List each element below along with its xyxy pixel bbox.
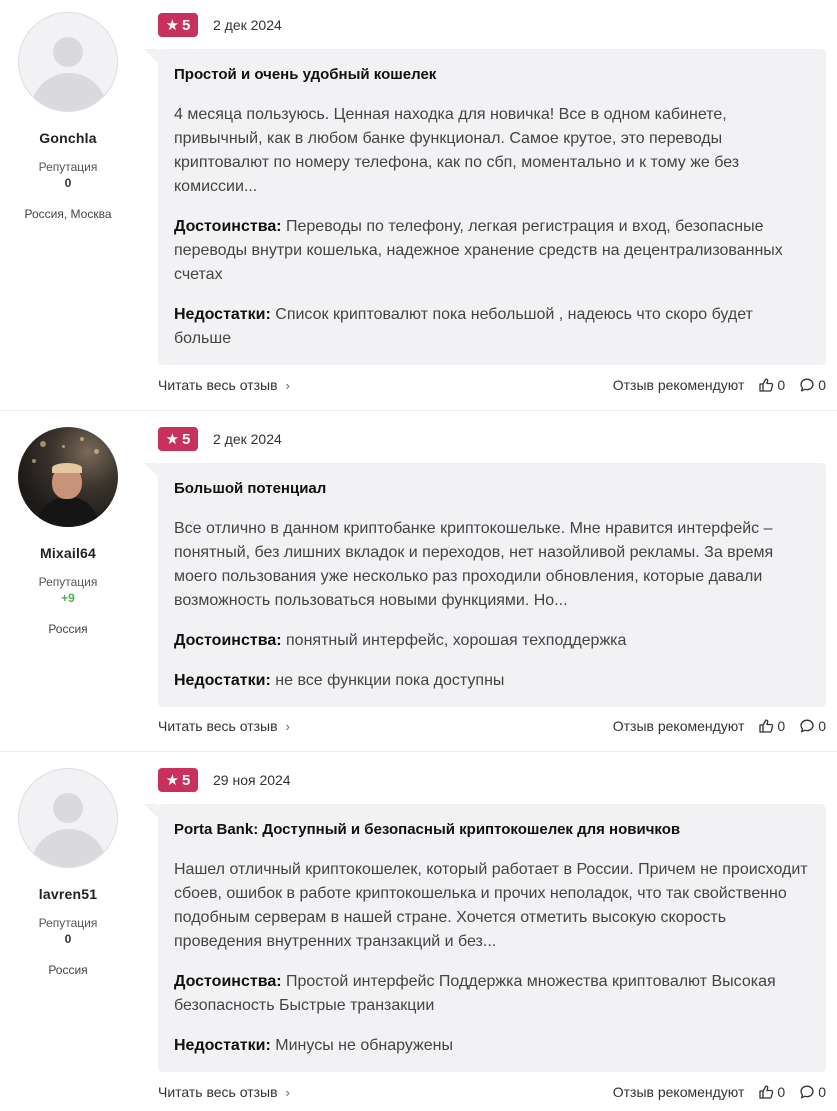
reputation-label: Репутация: [38, 916, 98, 930]
comment-count: 0: [818, 1084, 826, 1100]
reputation-label: Репутация: [38, 575, 98, 589]
read-full-review-link[interactable]: Читать весь отзыв ›: [158, 718, 290, 734]
review-card: Gonchla Репутация 0 Россия, Москва ★ 5 2…: [0, 0, 837, 411]
comment-count: 0: [818, 718, 826, 734]
author-name[interactable]: Mixail64: [0, 545, 136, 561]
recommend-label: Отзыв рекомендуют: [612, 1084, 745, 1100]
recommend-label: Отзыв рекомендуют: [612, 377, 745, 393]
read-full-label: Читать весь отзыв: [158, 377, 278, 393]
review-date: 2 дек 2024: [213, 17, 282, 33]
review-body: Простой и очень удобный кошелек 4 месяца…: [144, 49, 826, 365]
rating-row: ★ 5 2 дек 2024: [158, 427, 282, 451]
placeholder-avatar-icon[interactable]: [18, 12, 118, 112]
review-author: lavren51 Репутация 0 Россия: [0, 768, 136, 977]
rating-badge: ★ 5: [158, 427, 198, 451]
read-full-label: Читать весь отзыв: [158, 718, 278, 734]
author-location: Россия: [48, 963, 88, 977]
review-cons: Недостатки: не все функции пока доступны: [174, 669, 810, 693]
rating-row: ★ 5 2 дек 2024: [158, 13, 282, 37]
author-name[interactable]: lavren51: [0, 886, 136, 902]
chevron-right-icon: ›: [285, 1084, 290, 1100]
star-icon: ★: [165, 16, 180, 34]
cons-label: Недостатки:: [174, 1037, 271, 1054]
rating-value: 5: [182, 16, 191, 34]
author-location: Россия, Москва: [24, 207, 112, 221]
reputation-label: Репутация: [38, 160, 98, 174]
review-title[interactable]: Простой и очень удобный кошелек: [174, 65, 810, 85]
like-count: 0: [777, 377, 786, 393]
comment-icon: [800, 378, 814, 392]
rating-value: 5: [182, 771, 191, 789]
reputation-value: +9: [61, 591, 75, 605]
review-pros: Достоинства: Переводы по телефону, легка…: [174, 215, 810, 287]
like-button[interactable]: 0: [758, 377, 785, 393]
user-photo[interactable]: [18, 427, 118, 527]
reputation-value: 0: [64, 932, 72, 946]
review-text: Все отлично в данном криптобанке крипток…: [174, 520, 774, 609]
rating-row: ★ 5 29 ноя 2024: [158, 768, 291, 792]
cons-label: Недостатки:: [174, 672, 271, 689]
review-date: 2 дек 2024: [213, 431, 282, 447]
reputation-value: 0: [64, 176, 72, 190]
read-full-review-link[interactable]: Читать весь отзыв ›: [158, 377, 290, 393]
like-count: 0: [777, 1084, 786, 1100]
pros-text: понятный интерфейс, хорошая техподдержка: [286, 632, 627, 649]
review-cons: Недостатки: Минусы не обнаружены: [174, 1034, 810, 1058]
pros-label: Достоинства:: [174, 973, 282, 990]
review-card: lavren51 Репутация 0 Россия ★ 5 29 ноя 2…: [0, 752, 837, 1111]
comment-count: 0: [818, 377, 826, 393]
chevron-right-icon: ›: [285, 718, 290, 734]
review-footer: Читать весь отзыв › Отзыв рекомендуют 0 …: [158, 375, 826, 395]
star-icon: ★: [165, 771, 180, 789]
review-body: Porta Bank: Доступный и безопасный крипт…: [144, 804, 826, 1072]
star-icon: ★: [165, 430, 180, 448]
review-pros: Достоинства: Простой интерфейс Поддержка…: [174, 970, 810, 1018]
like-button[interactable]: 0: [758, 1084, 785, 1100]
review-card: Mixail64 Репутация +9 Россия ★ 5 2 дек 2…: [0, 411, 837, 752]
review-body: Большой потенциал Все отлично в данном к…: [144, 463, 826, 707]
rating-badge: ★ 5: [158, 768, 198, 792]
thumbs-up-icon: [759, 378, 774, 392]
thumbs-up-icon: [759, 719, 774, 733]
review-author: Gonchla Репутация 0 Россия, Москва: [0, 12, 136, 221]
cons-text: не все функции пока доступны: [275, 672, 505, 689]
review-pros: Достоинства: понятный интерфейс, хорошая…: [174, 629, 810, 653]
review-text: 4 месяца пользуюсь. Ценная находка для н…: [174, 106, 740, 195]
cons-text: Минусы не обнаружены: [275, 1037, 453, 1054]
comment-button[interactable]: 0: [799, 377, 826, 393]
placeholder-avatar-icon[interactable]: [18, 768, 118, 868]
read-full-label: Читать весь отзыв: [158, 1084, 278, 1100]
recommend-label: Отзыв рекомендуют: [612, 718, 745, 734]
author-location: Россия: [48, 622, 88, 636]
rating-value: 5: [182, 430, 191, 448]
review-cons: Недостатки: Список криптовалют пока небо…: [174, 303, 810, 351]
chevron-right-icon: ›: [285, 377, 290, 393]
thumbs-up-icon: [759, 1085, 774, 1099]
review-footer: Читать весь отзыв › Отзыв рекомендуют 0 …: [158, 1082, 826, 1102]
comment-icon: [800, 719, 814, 733]
pros-label: Достоинства:: [174, 218, 282, 235]
pros-label: Достоинства:: [174, 632, 282, 649]
comment-icon: [800, 1085, 814, 1099]
like-count: 0: [777, 718, 786, 734]
review-title[interactable]: Большой потенциал: [174, 479, 810, 499]
comment-button[interactable]: 0: [799, 1084, 826, 1100]
rating-badge: ★ 5: [158, 13, 198, 37]
cons-label: Недостатки:: [174, 306, 271, 323]
review-date: 29 ноя 2024: [213, 772, 291, 788]
like-button[interactable]: 0: [758, 718, 785, 734]
review-author: Mixail64 Репутация +9 Россия: [0, 427, 136, 636]
comment-button[interactable]: 0: [799, 718, 826, 734]
review-title[interactable]: Porta Bank: Доступный и безопасный крипт…: [174, 820, 810, 840]
author-name[interactable]: Gonchla: [0, 130, 136, 146]
read-full-review-link[interactable]: Читать весь отзыв ›: [158, 1084, 290, 1100]
review-text: Нашел отличный криптокошелек, который ра…: [174, 861, 808, 950]
review-footer: Читать весь отзыв › Отзыв рекомендуют 0 …: [158, 716, 826, 736]
